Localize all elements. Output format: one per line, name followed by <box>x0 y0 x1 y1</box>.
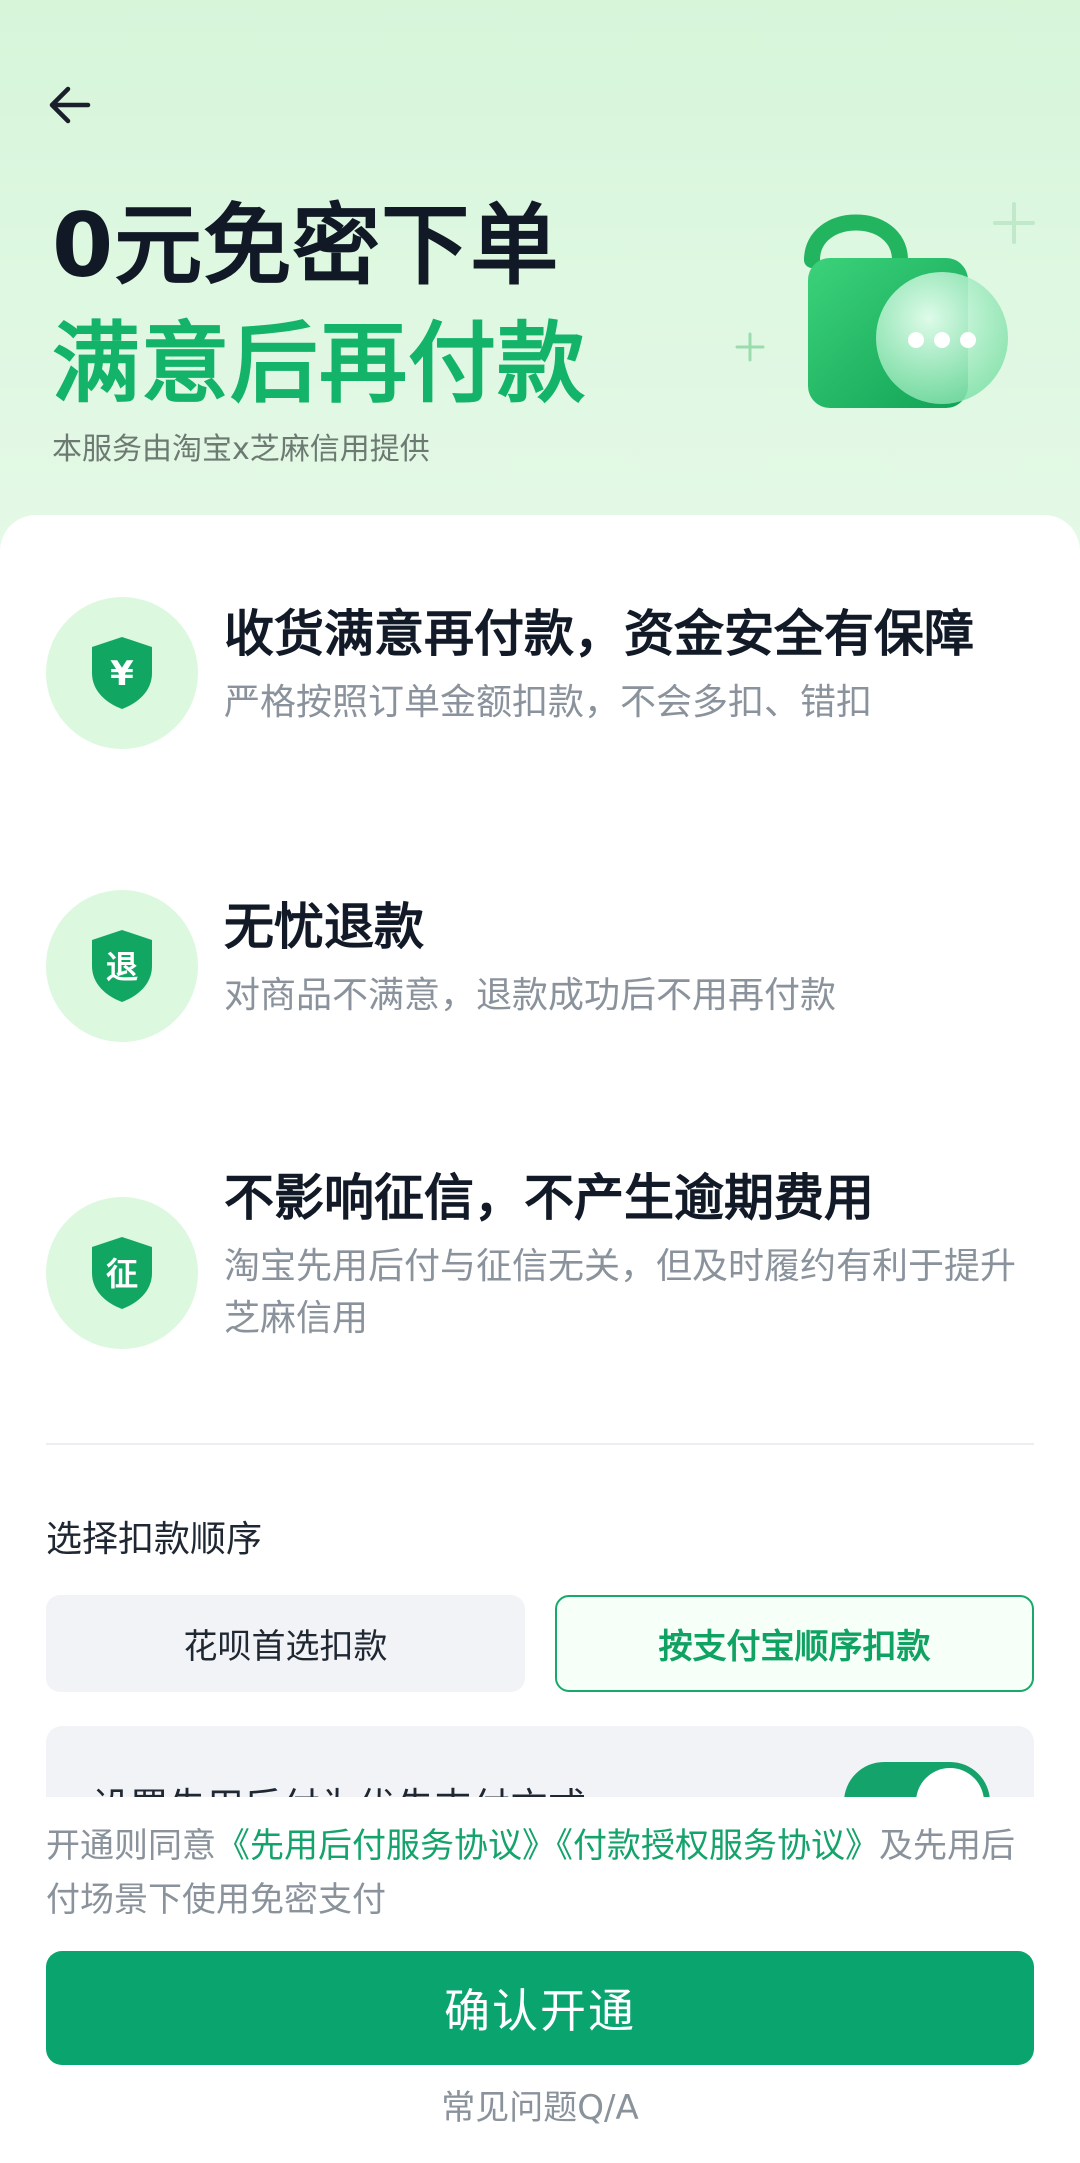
benefit-badge: ¥ <box>46 597 198 749</box>
agreement-prefix: 开通则同意 <box>46 1826 216 1866</box>
benefit-badge: 退 <box>46 890 198 1042</box>
benefit-badge: 征 <box>46 1197 198 1349</box>
service-agreement-link[interactable]: 《先用后付服务协议》 <box>216 1826 556 1866</box>
benefit-desc: 淘宝先用后付与征信无关，但及时履约有利于提升芝麻信用 <box>224 1246 1017 1339</box>
faq-link[interactable]: 常见问题Q/A <box>0 2083 1080 2133</box>
agreement-text: 开通则同意《先用后付服务协议》《付款授权服务协议》及先用后付场景下使用免密支付 <box>46 1819 1046 1927</box>
arrow-left-icon <box>49 86 91 124</box>
shield-credit-icon: 征 <box>92 1237 152 1309</box>
benefit-desc: 严格按照订单金额扣款，不会多扣、错扣 <box>224 682 873 723</box>
hero-provider: 本服务由淘宝x芝麻信用提供 <box>52 432 430 467</box>
svg-text:征: 征 <box>106 1255 138 1293</box>
benefit-desc: 对商品不满意，退款成功后不用再付款 <box>224 975 837 1016</box>
benefit-title: 收货满意再付款，资金安全有保障 <box>224 605 974 663</box>
page: 0元免密下单 满意后再付款 本服务由淘宝x芝麻信用提供 ¥ 收货满意再付款，资金… <box>0 0 1080 2163</box>
svg-text:退: 退 <box>106 948 138 986</box>
hero-title: 0元免密下单 <box>52 194 560 297</box>
benefit-title: 无忧退款 <box>224 898 424 956</box>
hero-subtitle: 满意后再付款 <box>52 312 587 415</box>
svg-text:¥: ¥ <box>110 654 134 694</box>
shield-yuan-icon: ¥ <box>92 637 152 709</box>
option-huabei-first[interactable]: 花呗首选扣款 <box>46 1595 525 1692</box>
shopping-bag-icon <box>735 202 1035 408</box>
payment-authorization-link[interactable]: 《付款授权服务协议》 <box>556 1826 879 1866</box>
hero-banner: 0元免密下单 满意后再付款 本服务由淘宝x芝麻信用提供 <box>0 0 1080 560</box>
benefit-title: 不影响征信，不产生逾期费用 <box>224 1169 874 1227</box>
back-button[interactable] <box>40 75 104 139</box>
option-alipay-order[interactable]: 按支付宝顺序扣款 <box>555 1595 1034 1692</box>
footer-panel: 开通则同意《先用后付服务协议》《付款授权服务协议》及先用后付场景下使用免密支付 … <box>0 1797 1080 2163</box>
shield-refund-icon: 退 <box>92 930 152 1002</box>
payment-order-label: 选择扣款顺序 <box>46 1519 263 1560</box>
confirm-activate-button[interactable]: 确认开通 <box>46 1951 1034 2065</box>
divider <box>46 1443 1034 1445</box>
